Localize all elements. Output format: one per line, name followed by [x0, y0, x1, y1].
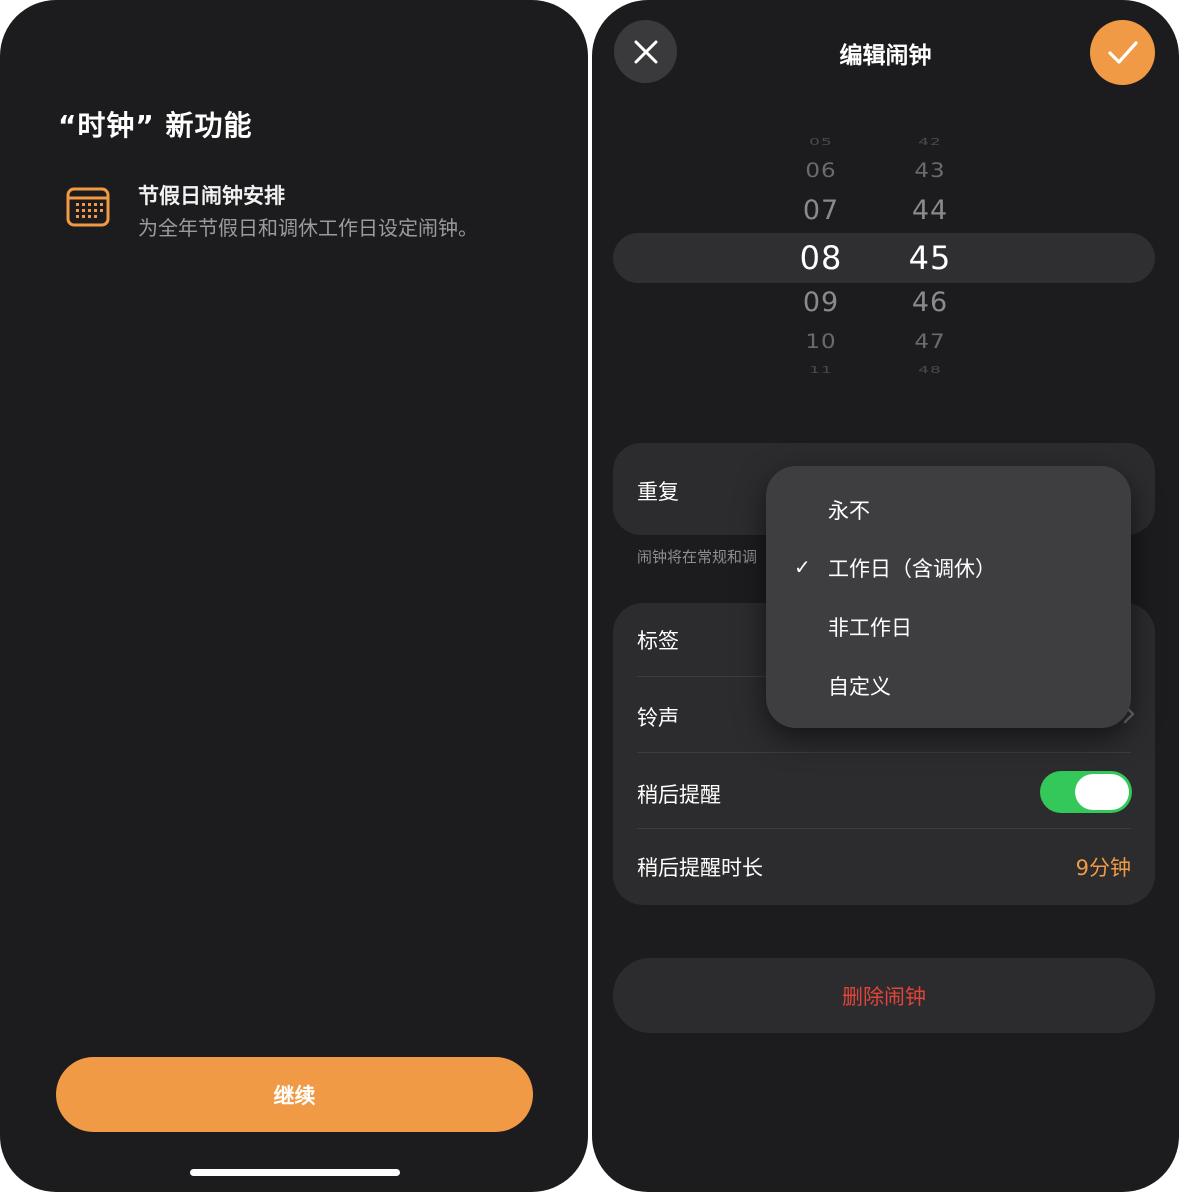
snooze-toggle[interactable]	[1040, 771, 1132, 813]
minute-option[interactable]: 44	[890, 195, 970, 226]
hour-option[interactable]: 05	[781, 137, 861, 148]
menu-item-label: 永不	[828, 499, 870, 523]
menu-item-custom[interactable]: 自定义	[766, 657, 1131, 715]
feature-description: 为全年节假日和调休工作日设定闹钟。	[138, 216, 478, 240]
selected-minute[interactable]: 45	[890, 239, 970, 277]
minute-option[interactable]: 47	[890, 331, 970, 353]
toggle-knob	[1075, 774, 1129, 810]
delete-alarm-button[interactable]: 删除闹钟	[613, 958, 1155, 1033]
edit-alarm-screen: 编辑闹钟 05 06 07 08 09 10 11 42 43 44 45 46…	[592, 0, 1179, 1192]
hour-option[interactable]: 07	[781, 195, 861, 226]
minute-option[interactable]: 42	[890, 137, 970, 148]
snooze-row: 稍后提醒	[637, 783, 721, 807]
hour-option[interactable]: 09	[781, 287, 861, 318]
feature-title: 节假日闹钟安排	[138, 184, 285, 208]
whats-new-screen: “时钟” 新功能 节假日闹钟安排 为全年节假日和调休工作日设定闹钟。 继续	[0, 0, 588, 1192]
repeat-footnote: 闹钟将在常规和调	[637, 548, 758, 566]
hour-option[interactable]: 11	[781, 365, 861, 376]
label-row[interactable]: 标签	[637, 625, 679, 655]
menu-item-never[interactable]: 永不	[766, 481, 1131, 539]
snooze-duration-row[interactable]: 稍后提醒时长	[637, 852, 763, 882]
picker-selection-band	[613, 233, 1155, 283]
checkmark-icon: ✓	[794, 555, 811, 579]
hour-option[interactable]: 10	[781, 331, 861, 353]
checkmark-icon	[1107, 40, 1138, 64]
calendar-grid-icon	[66, 187, 110, 227]
sound-row[interactable]: 铃声	[637, 702, 679, 732]
whats-new-title: “时钟” 新功能	[58, 109, 253, 142]
menu-item-label: 工作日（含调休）	[828, 557, 996, 581]
menu-item-workdays[interactable]: ✓ 工作日（含调休）	[766, 539, 1131, 597]
confirm-button[interactable]	[1090, 20, 1155, 85]
repeat-label: 重复	[637, 480, 679, 504]
divider	[637, 752, 1131, 753]
minute-option[interactable]: 43	[890, 160, 970, 182]
hour-option[interactable]: 06	[781, 160, 861, 182]
snooze-duration-value[interactable]: 9分钟	[1076, 852, 1131, 882]
home-indicator[interactable]	[190, 1169, 400, 1176]
repeat-menu: 永不 ✓ 工作日（含调休） 非工作日 自定义	[766, 466, 1131, 728]
menu-item-non-workdays[interactable]: 非工作日	[766, 598, 1131, 656]
time-picker[interactable]: 05 06 07 08 09 10 11 42 43 44 45 46 47 4…	[592, 120, 1179, 390]
divider	[637, 828, 1131, 829]
continue-button[interactable]: 继续	[56, 1057, 533, 1132]
menu-item-label: 非工作日	[828, 616, 912, 640]
minute-option[interactable]: 48	[890, 365, 970, 376]
minute-option[interactable]: 46	[890, 287, 970, 318]
selected-hour[interactable]: 08	[781, 239, 861, 277]
menu-item-label: 自定义	[828, 675, 891, 699]
